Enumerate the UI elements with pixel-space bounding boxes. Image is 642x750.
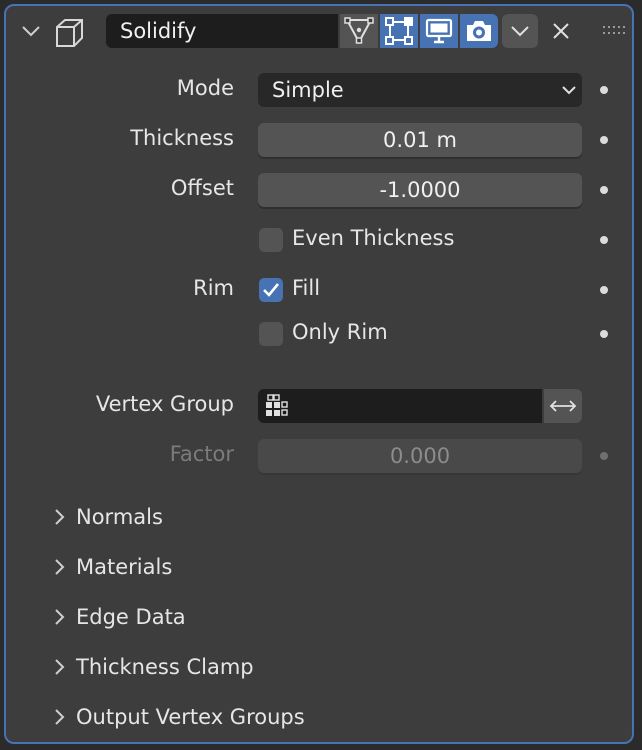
subpanel-label: Materials bbox=[76, 555, 173, 579]
offset-keyframe-dot[interactable] bbox=[600, 186, 608, 194]
chevron-right-icon bbox=[55, 559, 65, 575]
edit-cage-icon bbox=[344, 17, 374, 45]
chevron-right-icon bbox=[55, 609, 65, 625]
subpanel-materials[interactable]: Materials bbox=[52, 552, 172, 582]
fill-label: Fill bbox=[292, 276, 321, 300]
edit-mode-icon bbox=[385, 17, 413, 45]
thickness-label: Thickness bbox=[130, 126, 234, 150]
even-thickness-keyframe-dot[interactable] bbox=[600, 236, 608, 244]
subpanel-label: Output Vertex Groups bbox=[76, 705, 305, 729]
mode-value: Simple bbox=[272, 78, 344, 102]
subpanel-label: Thickness Clamp bbox=[76, 655, 254, 679]
offset-label: Offset bbox=[170, 176, 234, 200]
render-camera-icon bbox=[467, 21, 491, 41]
subpanel-normals[interactable]: Normals bbox=[52, 502, 163, 532]
chevron-right-icon bbox=[55, 709, 65, 725]
render-button[interactable] bbox=[460, 14, 498, 48]
factor-keyframe-dot[interactable] bbox=[600, 452, 608, 460]
vertex-group-input[interactable] bbox=[258, 389, 542, 423]
mode-select[interactable]: Simple bbox=[258, 73, 582, 107]
subpanel-output-vertex-groups[interactable]: Output Vertex Groups bbox=[52, 702, 305, 732]
subpanel-edge-data[interactable]: Edge Data bbox=[52, 602, 186, 632]
modifier-name-input[interactable]: Solidify bbox=[106, 14, 338, 48]
chevron-down-icon[interactable] bbox=[20, 20, 42, 42]
vertex-group-label: Vertex Group bbox=[95, 392, 234, 416]
only-rim-label: Only Rim bbox=[292, 320, 388, 344]
mode-keyframe-dot[interactable] bbox=[600, 86, 608, 94]
edit-mode-button[interactable] bbox=[380, 14, 418, 48]
solidify-modifier-panel: Solidify Mode Simple Thickness 0.01 m Of… bbox=[4, 4, 634, 744]
offset-field[interactable]: -1.0000 bbox=[258, 173, 582, 207]
fill-checkbox[interactable] bbox=[259, 278, 283, 302]
vertex-group-icon bbox=[266, 394, 288, 416]
factor-label: Factor bbox=[169, 442, 234, 466]
viewport-icon bbox=[425, 18, 453, 44]
arrow-left-right-icon bbox=[549, 400, 577, 412]
subpanel-label: Normals bbox=[76, 505, 163, 529]
modifier-menu-button[interactable] bbox=[502, 14, 538, 48]
factor-field[interactable]: 0.000 bbox=[258, 439, 582, 473]
chevron-right-icon bbox=[55, 509, 65, 525]
fill-keyframe-dot[interactable] bbox=[600, 286, 608, 294]
viewport-display-button[interactable] bbox=[420, 14, 458, 48]
only-rim-checkbox[interactable] bbox=[259, 322, 283, 346]
checkmark-icon bbox=[263, 283, 280, 297]
only-rim-keyframe-dot[interactable] bbox=[600, 330, 608, 338]
subpanel-label: Edge Data bbox=[76, 605, 186, 629]
edit-cage-button[interactable] bbox=[340, 14, 378, 48]
chevron-down-icon bbox=[562, 86, 576, 95]
even-thickness-label: Even Thickness bbox=[292, 226, 455, 250]
remove-modifier-button[interactable] bbox=[546, 16, 576, 46]
drag-handle-icon[interactable] bbox=[602, 20, 626, 40]
solidify-modifier-icon bbox=[52, 16, 86, 50]
invert-vertex-group-button[interactable] bbox=[544, 389, 582, 423]
mode-label: Mode bbox=[176, 76, 234, 100]
subpanel-thickness-clamp[interactable]: Thickness Clamp bbox=[52, 652, 254, 682]
thickness-field[interactable]: 0.01 m bbox=[258, 123, 582, 157]
chevron-right-icon bbox=[55, 659, 65, 675]
close-icon bbox=[553, 23, 569, 39]
dropdown-chevron-icon bbox=[511, 26, 529, 37]
thickness-keyframe-dot[interactable] bbox=[600, 136, 608, 144]
rim-label: Rim bbox=[193, 276, 234, 300]
even-thickness-checkbox[interactable] bbox=[259, 228, 283, 252]
